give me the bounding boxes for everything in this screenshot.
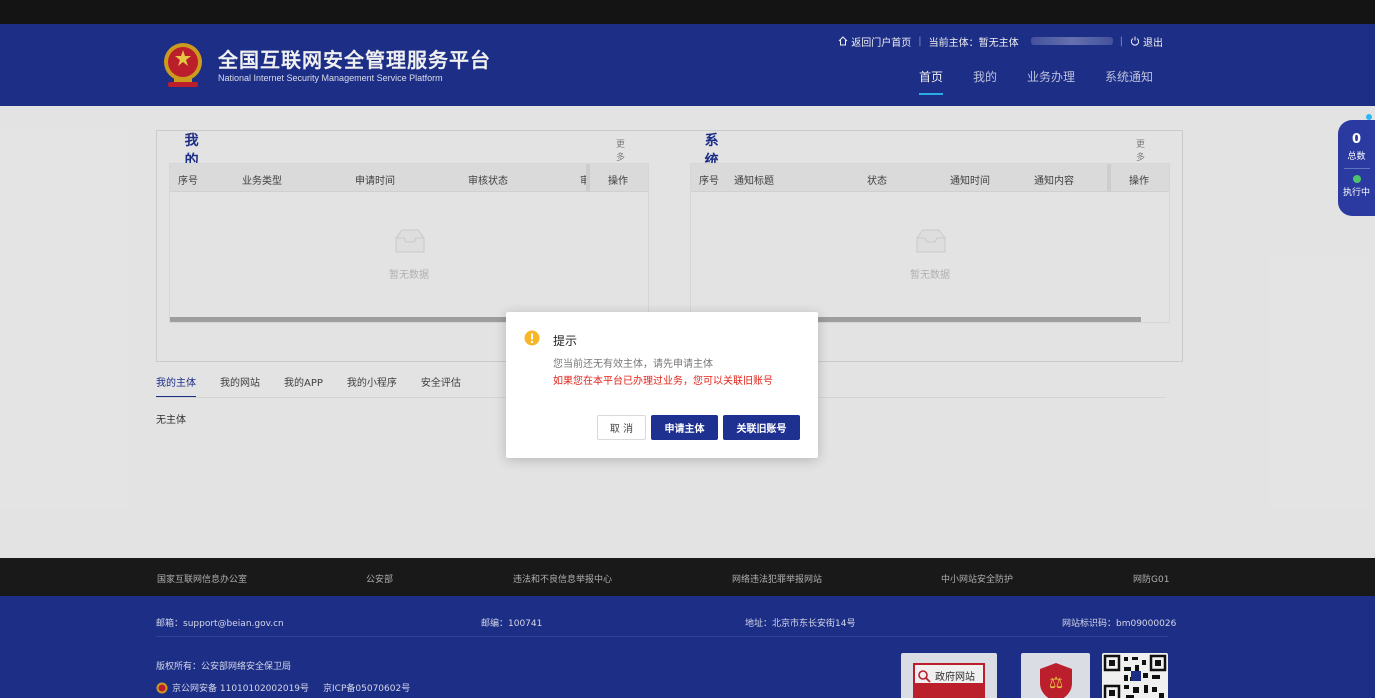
dialog-message: 您当前还无有效主体，请先申请主体 [553, 359, 713, 370]
link-old-account-button[interactable]: 关联旧账号 [723, 415, 800, 440]
dialog-title: 提示 [553, 334, 578, 348]
widget-divider [1343, 168, 1370, 169]
running-status-dot [1352, 175, 1361, 183]
task-total-count: 0 [1351, 132, 1362, 147]
widget-indicator [1366, 114, 1372, 120]
task-running-label: 执行中 [1342, 188, 1370, 198]
task-total-label: 总数 [1347, 152, 1366, 162]
cancel-button[interactable]: 取 消 [597, 415, 646, 440]
prompt-dialog: 提示 您当前还无有效主体，请先申请主体 如果您在本平台已办理过业务，您可以关联旧… [506, 312, 818, 458]
dialog-hint: 如果您在本平台已办理过业务，您可以关联旧账号 [553, 376, 773, 387]
warning-info-icon [524, 330, 540, 346]
task-float-widget[interactable]: 0 总数 执行中 [1338, 114, 1375, 216]
apply-subject-button[interactable]: 申请主体 [651, 415, 718, 440]
